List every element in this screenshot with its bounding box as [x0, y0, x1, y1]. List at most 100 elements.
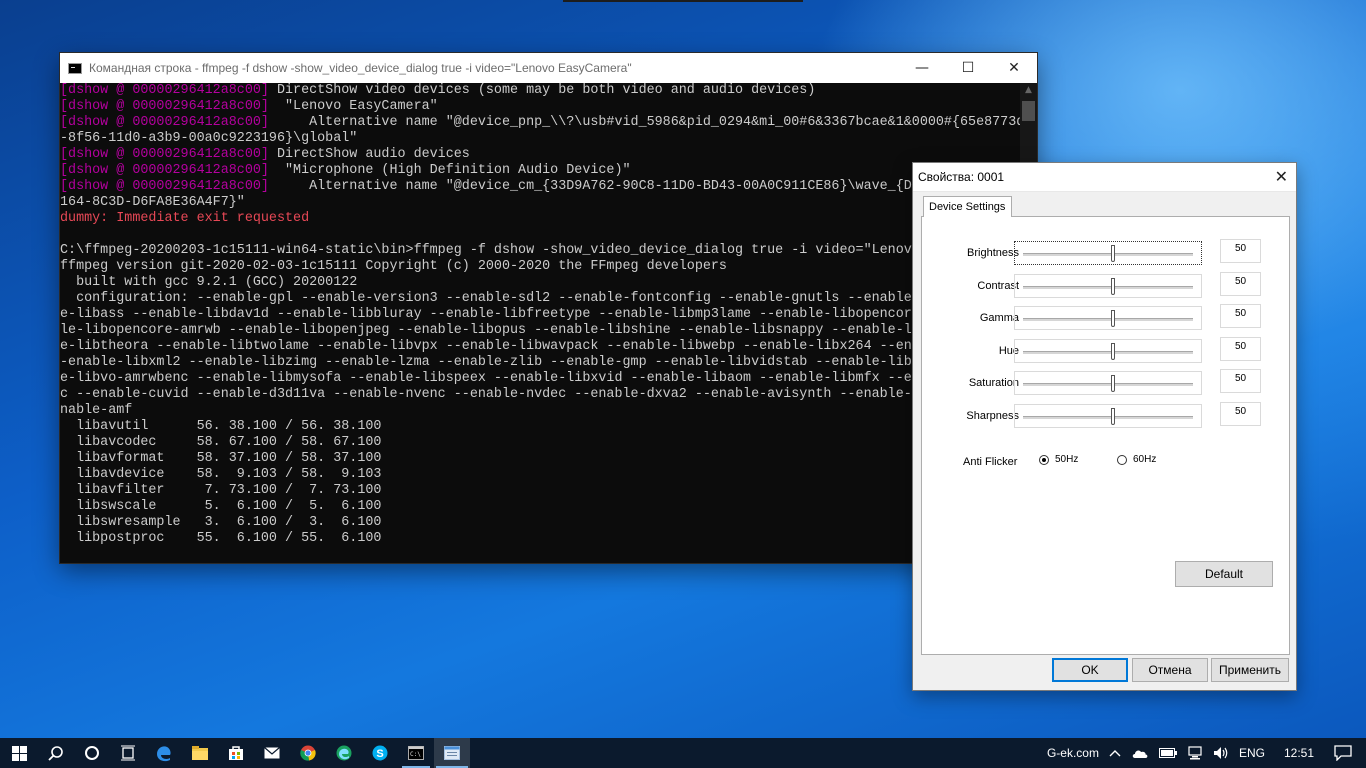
console-line: libpostproc 55. 6.100 / 55. 6.100	[60, 531, 1020, 547]
console-line-text: DirectShow video devices (some may be bo…	[276, 83, 816, 98]
console-line-prefix: [dshow @ 00000296412a8c00]	[60, 147, 277, 162]
console-line: [dshow @ 00000296412a8c00] Alternative n…	[60, 179, 1020, 195]
sharpness-value-field[interactable]: 50	[1220, 402, 1261, 426]
start-icon[interactable]	[0, 738, 38, 768]
console-line: libavdevice 58. 9.103 / 58. 9.103	[60, 467, 1020, 483]
file-explorer-icon[interactable]	[182, 738, 218, 768]
hue-slider-thumb[interactable]	[1111, 343, 1115, 360]
console-line-text: libavcodec 58. 67.100 / 58. 67.100	[60, 435, 382, 450]
console-line-text: "Lenovo EasyCamera"	[276, 99, 438, 114]
chrome-icon[interactable]	[290, 738, 326, 768]
console-line-text: libavfilter 7. 73.100 / 7. 73.100	[60, 483, 382, 498]
contrast-slider-thumb[interactable]	[1111, 278, 1115, 295]
console-line-text: libswresample 3. 6.100 / 3. 6.100	[60, 515, 382, 530]
saturation-slider-thumb[interactable]	[1111, 375, 1115, 392]
console-line: libavformat 58. 37.100 / 58. 37.100	[60, 451, 1020, 467]
default-button[interactable]: Default	[1175, 561, 1273, 587]
radio-50hz-label: 50Hz	[1055, 454, 1079, 465]
cortana-icon[interactable]	[74, 738, 110, 768]
console-line-text: -8f56-11d0-a3b9-00a0c9223196}\global"	[60, 131, 358, 146]
hue-slider[interactable]	[1014, 339, 1202, 363]
skype-icon[interactable]: S	[362, 738, 398, 768]
console-line: e-libass --enable-libdav1d --enable-libb…	[60, 307, 1020, 323]
saturation-value-field[interactable]: 50	[1220, 369, 1261, 393]
radio-60hz[interactable]: 60Hz	[1117, 454, 1156, 465]
hue-slider-track	[1023, 351, 1193, 354]
tab-device-settings[interactable]: Device Settings	[923, 196, 1013, 217]
radio-50hz-circle[interactable]	[1039, 454, 1049, 465]
console-line: libswscale 5. 6.100 / 5. 6.100	[60, 499, 1020, 515]
console-line-text: 164-8C3D-D6FA8E36A4F7}"	[60, 195, 245, 210]
contrast-value-field[interactable]: 50	[1220, 272, 1261, 296]
gamma-slider-thumb[interactable]	[1111, 310, 1115, 327]
console-line: [dshow @ 00000296412a8c00] DirectShow vi…	[60, 83, 1020, 99]
console-line-text: "Microphone (High Definition Audio Devic…	[276, 163, 631, 178]
edge-icon[interactable]	[146, 738, 182, 768]
contrast-slider[interactable]	[1014, 274, 1202, 298]
console-line-text: e-libass --enable-libdav1d --enable-libb…	[60, 307, 920, 322]
scroll-thumb[interactable]	[1022, 101, 1035, 121]
console-line-text: le-libopencore-amrwb --enable-libopenjpe…	[60, 323, 920, 338]
console-line-text: libswscale 5. 6.100 / 5. 6.100	[60, 499, 382, 514]
close-button[interactable]: ✕	[991, 53, 1037, 83]
contrast-label: Contrast	[977, 280, 1019, 292]
edge-dev-icon[interactable]	[326, 738, 362, 768]
taskbar: S C:\ G-ek.com ENG 12:51	[0, 738, 1366, 768]
dialog-close-button[interactable]: ✕	[1275, 167, 1288, 187]
saturation-slider[interactable]	[1014, 371, 1202, 395]
top-window-edge	[563, 0, 803, 2]
slider-row-brightness: Brightness 50	[922, 239, 1289, 267]
onedrive-icon[interactable]	[1126, 738, 1154, 768]
console-line-text: libavutil 56. 38.100 / 56. 38.100	[60, 419, 382, 434]
console-line: libswresample 3. 6.100 / 3. 6.100	[60, 515, 1020, 531]
brightness-slider[interactable]	[1014, 241, 1202, 265]
battery-icon[interactable]	[1154, 738, 1182, 768]
gamma-slider[interactable]	[1014, 306, 1202, 330]
mail-icon[interactable]	[254, 738, 290, 768]
sharpness-slider-track	[1023, 416, 1193, 419]
sharpness-slider-thumb[interactable]	[1111, 408, 1115, 425]
language-indicator[interactable]: ENG	[1234, 738, 1270, 768]
console-line: 164-8C3D-D6FA8E36A4F7}"	[60, 195, 1020, 211]
sharpness-slider[interactable]	[1014, 404, 1202, 428]
store-icon[interactable]	[218, 738, 254, 768]
chevron-up-icon[interactable]	[1104, 738, 1126, 768]
console-output[interactable]: [dshow @ 00000296412a8c00] DirectShow vi…	[60, 83, 1020, 563]
console-line-text: libavformat 58. 37.100 / 58. 37.100	[60, 451, 382, 466]
sharpness-label: Sharpness	[966, 410, 1019, 422]
brightness-value-field[interactable]: 50	[1220, 239, 1261, 263]
hue-value-field[interactable]: 50	[1220, 337, 1261, 361]
console-line: libavutil 56. 38.100 / 56. 38.100	[60, 419, 1020, 435]
tray-site-label[interactable]: G-ek.com	[1042, 738, 1104, 768]
cancel-button[interactable]: Отмена	[1132, 658, 1208, 682]
clock[interactable]: 12:51	[1270, 738, 1328, 768]
console-line-prefix: [dshow @ 00000296412a8c00]	[60, 115, 277, 130]
console-line: ffmpeg version git-2020-02-03-1c15111 Co…	[60, 259, 1020, 275]
search-icon[interactable]	[38, 738, 74, 768]
command-prompt-taskbar-icon[interactable]: C:\	[398, 738, 434, 768]
radio-60hz-circle[interactable]	[1117, 454, 1127, 465]
console-titlebar[interactable]: Командная строка - ffmpeg -f dshow -show…	[60, 53, 1037, 83]
dialog-titlebar[interactable]: Свойства: 0001 ✕	[913, 163, 1296, 192]
network-icon[interactable]	[1182, 738, 1208, 768]
console-line: e-libtheora --enable-libtwolame --enable…	[60, 339, 1020, 355]
task-view-icon[interactable]	[110, 738, 146, 768]
console-line: nable-amf	[60, 403, 1020, 419]
console-line-text: e-libvo-amrwbenc --enable-libmysofa --en…	[60, 371, 920, 386]
console-line-text: Alternative name "@device_cm_{33D9A762-9…	[276, 179, 920, 194]
properties-app-icon[interactable]	[434, 738, 470, 768]
scroll-up-arrow-icon[interactable]: ▲	[1020, 85, 1037, 95]
ok-button[interactable]: OK	[1052, 658, 1128, 682]
brightness-slider-thumb[interactable]	[1111, 245, 1115, 262]
gamma-value-field[interactable]: 50	[1220, 304, 1261, 328]
command-prompt-window[interactable]: Командная строка - ffmpeg -f dshow -show…	[60, 53, 1037, 563]
radio-50hz[interactable]: 50Hz	[1039, 454, 1078, 465]
maximize-button[interactable]: ☐	[945, 53, 991, 83]
camera-properties-dialog[interactable]: Свойства: 0001 ✕ Device Settings Brightn…	[912, 162, 1297, 691]
console-line-text: configuration: --enable-gpl --enable-ver…	[60, 291, 920, 306]
minimize-button[interactable]: —	[899, 53, 945, 83]
console-line: libavfilter 7. 73.100 / 7. 73.100	[60, 483, 1020, 499]
volume-icon[interactable]	[1208, 738, 1234, 768]
apply-button[interactable]: Применить	[1211, 658, 1289, 682]
notifications-icon[interactable]	[1328, 738, 1366, 768]
